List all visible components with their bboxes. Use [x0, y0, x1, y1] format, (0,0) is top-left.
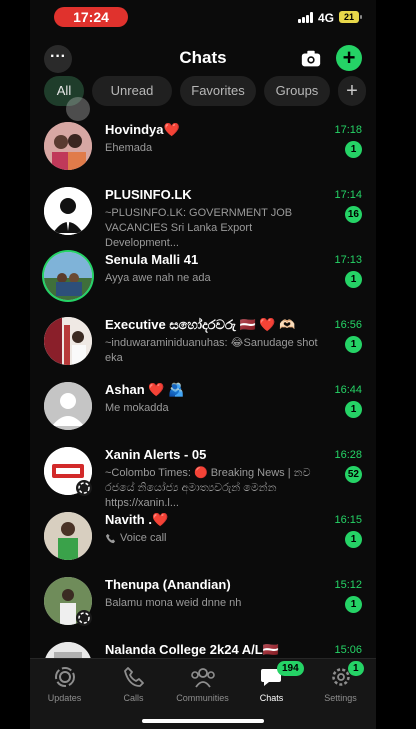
add-filter-button[interactable]: + — [338, 76, 366, 106]
signal-icon — [298, 12, 314, 23]
chat-row[interactable]: Senula Malli 41 Ayya awe nah ne ada 17:1… — [30, 243, 376, 308]
chat-row[interactable]: Thenupa (Anandian) Balamu mona weid dnne… — [30, 568, 376, 633]
chat-name: Ashan ❤️ 🫂 — [105, 382, 185, 397]
unread-badge: 1 — [345, 531, 362, 548]
chat-time: 16:56 — [334, 319, 362, 331]
tab-calls[interactable]: Calls — [99, 665, 168, 711]
tab-label: Updates — [47, 693, 82, 703]
chat-preview: Voice call — [105, 531, 329, 546]
chat-time: 17:14 — [334, 189, 362, 201]
chat-preview: ~induwaraminiduanuhas: 😂Sanudage shot ek… — [105, 337, 318, 364]
filter-chips: All Unread Favorites Groups + — [44, 76, 374, 106]
chat-name: Executive සහෝදරවරු 🇱🇻 ❤️ 🫶🏻 — [105, 317, 296, 332]
chat-time: 16:44 — [334, 384, 362, 396]
chat-row[interactable]: Navith .❤️ Voice call 16:15 1 — [30, 503, 376, 568]
chat-time: 16:15 — [334, 514, 362, 526]
filter-unread[interactable]: Unread — [92, 76, 172, 106]
unread-badge: 1 — [345, 401, 362, 418]
camera-icon[interactable] — [300, 48, 322, 70]
status-ring-icon — [76, 480, 92, 496]
unread-badge: 1 — [345, 596, 362, 613]
chat-preview: Balamu mona weid dnne nh — [105, 597, 242, 609]
chat-row[interactable]: Ashan ❤️ 🫂 Me mokadda 16:44 1 — [30, 373, 376, 438]
chat-time: 15:06 — [334, 644, 362, 656]
tab-communities[interactable]: Communities — [168, 665, 237, 711]
avatar — [44, 382, 92, 430]
chat-preview: Ayya awe nah ne ada — [105, 272, 211, 284]
chat-name: Senula Malli 41 — [105, 252, 199, 267]
avatar — [44, 252, 92, 300]
communities-icon — [190, 668, 215, 688]
status-ring-icon — [76, 610, 92, 626]
chat-name: Xanin Alerts - 05 — [105, 447, 207, 462]
phone-icon — [123, 667, 144, 687]
tab-updates[interactable]: Updates — [30, 665, 99, 711]
chat-name: Hovindya❤️ — [105, 122, 180, 137]
network-type: 4G — [318, 11, 335, 25]
tab-settings[interactable]: 1 Settings — [306, 661, 375, 711]
status-bar: 17:24 4G 21 — [30, 0, 376, 36]
chat-name: Navith .❤️ — [105, 512, 169, 527]
avatar — [44, 122, 92, 170]
home-indicator[interactable] — [142, 719, 264, 723]
tab-label: Chats — [259, 693, 284, 703]
chat-preview-text: Voice call — [120, 532, 167, 544]
filter-groups[interactable]: Groups — [264, 76, 330, 106]
filter-favorites[interactable]: Favorites — [180, 76, 256, 106]
chat-preview: Me mokadda — [105, 402, 169, 414]
unread-badge: 16 — [344, 206, 362, 223]
status-time: 17:24 — [54, 7, 128, 27]
avatar — [44, 187, 92, 235]
page-title: Chats — [179, 48, 227, 67]
phone-icon — [105, 533, 116, 544]
chat-name: Nalanda College 2k24 A/L🇱🇻 — [105, 642, 279, 657]
tab-label: Calls — [123, 693, 144, 703]
tab-badge: 194 — [277, 661, 304, 676]
chat-preview: Ehemada — [105, 142, 153, 154]
chat-time: 17:13 — [334, 254, 362, 266]
chat-row[interactable]: Executive සහෝදරවරු 🇱🇻 ❤️ 🫶🏻 ~induwaramin… — [30, 308, 376, 373]
chat-name: PLUSINFO.LK — [105, 187, 192, 202]
chat-name: Thenupa (Anandian) — [105, 577, 231, 592]
phone-screen: 17:24 4G 21 ··· Chats + All Unread Favor… — [30, 0, 376, 729]
plus-icon: + — [342, 45, 356, 70]
default-avatar-icon — [44, 382, 92, 430]
updates-icon — [54, 667, 75, 687]
unread-badge: 1 — [345, 336, 362, 353]
chat-time: 15:12 — [334, 579, 362, 591]
chat-row[interactable]: Xanin Alerts - 05 ~Colombo Times: 🔴 Brea… — [30, 438, 376, 509]
tab-label: Communities — [176, 693, 229, 703]
chat-time: 17:18 — [334, 124, 362, 136]
battery-icon: 21 — [339, 11, 362, 23]
unread-badge: 1 — [345, 141, 362, 158]
avatar — [44, 512, 92, 560]
unread-badge: 1 — [345, 271, 362, 288]
chat-row[interactable]: PLUSINFO.LK ~PLUSINFO.LK: GOVERNMENT JOB… — [30, 178, 376, 249]
header: ··· Chats + — [30, 40, 376, 76]
tab-label: Settings — [324, 693, 357, 703]
tab-chats[interactable]: 194 Chats — [237, 661, 306, 711]
chat-row[interactable]: Hovindya❤️ Ehemada 17:18 1 — [30, 113, 376, 178]
chat-time: 16:28 — [334, 449, 362, 461]
new-chat-button[interactable]: + — [336, 45, 362, 71]
unread-badge: 52 — [344, 466, 362, 483]
avatar — [44, 317, 92, 365]
tab-badge: 1 — [348, 661, 364, 676]
